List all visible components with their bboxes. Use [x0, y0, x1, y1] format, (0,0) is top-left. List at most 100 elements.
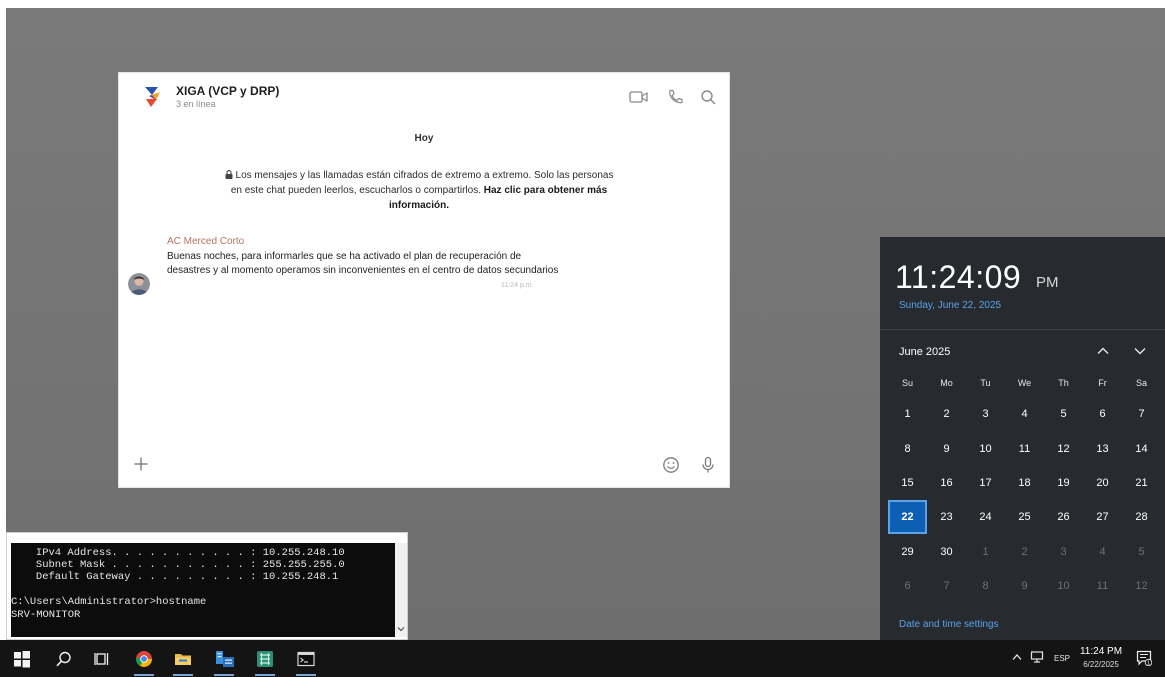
- windows-logo-icon: [14, 651, 30, 668]
- cmd-icon: [297, 651, 315, 667]
- calendar-day[interactable]: 15: [888, 466, 927, 500]
- taskbar-clock-date[interactable]: 6/22/2025: [1075, 660, 1127, 669]
- calendar-day[interactable]: 30: [927, 535, 966, 569]
- search-icon: [56, 651, 71, 667]
- calendar-day[interactable]: 5: [1044, 397, 1083, 431]
- taskbar-chrome[interactable]: [127, 640, 161, 677]
- console-output[interactable]: IPv4 Address. . . . . . . . . . . : 10.2…: [11, 543, 395, 637]
- calendar-day[interactable]: 25: [1005, 500, 1044, 534]
- calendar-day[interactable]: 13: [1083, 432, 1122, 466]
- clock-long-date[interactable]: Sunday, June 22, 2025: [899, 300, 1001, 311]
- calendar-day[interactable]: 7: [1122, 397, 1161, 431]
- calendar-weekday: Th: [1058, 378, 1069, 388]
- date-time-settings-link[interactable]: Date and time settings: [899, 619, 999, 630]
- taskbar-clock-time[interactable]: 11:24 PM: [1075, 646, 1127, 657]
- taskbar-app-green[interactable]: [248, 640, 282, 677]
- calendar-weekday: Sa: [1135, 378, 1147, 388]
- calendar-weekday: We: [1017, 378, 1032, 388]
- input-language-indicator[interactable]: ESP: [1054, 654, 1070, 663]
- taskbar-cmd[interactable]: [289, 640, 323, 677]
- calendar-day[interactable]: 1: [966, 535, 1005, 569]
- chrome-icon: [135, 651, 152, 667]
- folder-icon: [175, 654, 191, 665]
- video-call-icon[interactable]: [629, 89, 649, 105]
- emoji-icon[interactable]: [662, 456, 680, 474]
- calendar-day[interactable]: 8: [966, 569, 1005, 603]
- console-line: Default Gateway . . . . . . . . . : 10.2…: [17, 571, 339, 583]
- calendar-day[interactable]: 8: [888, 432, 927, 466]
- chat-window: XIGA (VCP y DRP) 3 en línea Hoy Los mens…: [118, 72, 730, 488]
- search-button[interactable]: [47, 640, 81, 677]
- group-avatar-icon[interactable]: [143, 86, 163, 108]
- calendar-day[interactable]: 10: [1044, 569, 1083, 603]
- task-view-button[interactable]: [86, 640, 120, 677]
- chat-group-status: 3 en línea: [176, 99, 216, 109]
- sender-avatar[interactable]: [128, 273, 150, 295]
- calendar-day[interactable]: 2: [1005, 535, 1044, 569]
- calendar-day[interactable]: 29: [888, 535, 927, 569]
- calendar-day[interactable]: 12: [1122, 569, 1161, 603]
- calendar-day[interactable]: 1: [888, 397, 927, 431]
- calendar-prev-month-icon[interactable]: [1096, 345, 1110, 357]
- chat-header[interactable]: XIGA (VCP y DRP) 3 en línea: [119, 73, 729, 123]
- command-prompt-window[interactable]: IPv4 Address. . . . . . . . . . . : 10.2…: [6, 532, 408, 640]
- calendar-weekday: Mo: [940, 378, 953, 388]
- calendar-day[interactable]: 9: [1005, 569, 1044, 603]
- calendar-day[interactable]: 2: [927, 397, 966, 431]
- console-line: SRV-MONITOR: [11, 609, 81, 621]
- calendar-day[interactable]: 9: [927, 432, 966, 466]
- scroll-down-arrow-icon[interactable]: [397, 625, 405, 633]
- calendar-day[interactable]: 17: [966, 466, 1005, 500]
- calendar-day[interactable]: 4: [1083, 535, 1122, 569]
- clock-calendar-flyout: 11:24:09 PM Sunday, June 22, 2025 June 2…: [880, 237, 1165, 640]
- calendar-day[interactable]: 28: [1122, 500, 1161, 534]
- calendar-day[interactable]: 7: [927, 569, 966, 603]
- calendar-day[interactable]: 3: [966, 397, 1005, 431]
- calendar-day[interactable]: 3: [1044, 535, 1083, 569]
- encryption-notice[interactable]: Los mensajes y las llamadas están cifrad…: [219, 168, 619, 213]
- calendar-day[interactable]: 11: [1005, 432, 1044, 466]
- server-manager-icon: [216, 651, 234, 667]
- calendar-day[interactable]: 10: [966, 432, 1005, 466]
- avatar-photo-icon: [128, 273, 150, 295]
- calendar-day[interactable]: 16: [927, 466, 966, 500]
- calendar-day[interactable]: 20: [1083, 466, 1122, 500]
- start-button[interactable]: [5, 640, 39, 677]
- calendar-day[interactable]: 12: [1044, 432, 1083, 466]
- console-line: IPv4 Address. . . . . . . . . . . : 10.2…: [17, 547, 345, 559]
- chat-group-name: XIGA (VCP y DRP): [176, 84, 280, 98]
- tray-show-hidden-icons-icon[interactable]: [1012, 653, 1022, 661]
- calendar-day[interactable]: 27: [1083, 500, 1122, 534]
- calendar-day[interactable]: 24: [966, 500, 1005, 534]
- console-line: Subnet Mask . . . . . . . . . . . : 255.…: [17, 559, 345, 571]
- calendar-day[interactable]: 14: [1122, 432, 1161, 466]
- calendar-day[interactable]: 26: [1044, 500, 1083, 534]
- calendar-day[interactable]: 6: [888, 569, 927, 603]
- calendar-weekday: Fr: [1098, 378, 1107, 388]
- calendar-day[interactable]: 6: [1083, 397, 1122, 431]
- microphone-icon[interactable]: [699, 456, 717, 474]
- clock-ampm: PM: [1036, 274, 1059, 291]
- day-separator: Hoy: [414, 133, 434, 144]
- app-icon: [257, 651, 273, 667]
- attach-plus-icon[interactable]: [133, 456, 149, 472]
- console-scrollbar[interactable]: [395, 543, 407, 637]
- calendar-day[interactable]: 4: [1005, 397, 1044, 431]
- taskbar-file-explorer[interactable]: [166, 640, 200, 677]
- calendar-day[interactable]: 5: [1122, 535, 1161, 569]
- calendar-day-today[interactable]: 22: [888, 500, 927, 534]
- calendar-next-month-icon[interactable]: [1133, 345, 1147, 357]
- voice-call-icon[interactable]: [665, 89, 685, 105]
- calendar-day[interactable]: 11: [1083, 569, 1122, 603]
- taskbar: [0, 640, 1165, 677]
- calendar-day[interactable]: 21: [1122, 466, 1161, 500]
- calendar-day[interactable]: 23: [927, 500, 966, 534]
- search-icon[interactable]: [699, 89, 719, 105]
- calendar-month-label[interactable]: June 2025: [899, 346, 950, 358]
- calendar-divider: [880, 329, 1165, 330]
- calendar-day[interactable]: 18: [1005, 466, 1044, 500]
- taskbar-server-manager[interactable]: [207, 640, 241, 677]
- action-center-notification-icon[interactable]: 1: [1136, 650, 1152, 666]
- calendar-day[interactable]: 19: [1044, 466, 1083, 500]
- network-icon[interactable]: [1030, 651, 1044, 663]
